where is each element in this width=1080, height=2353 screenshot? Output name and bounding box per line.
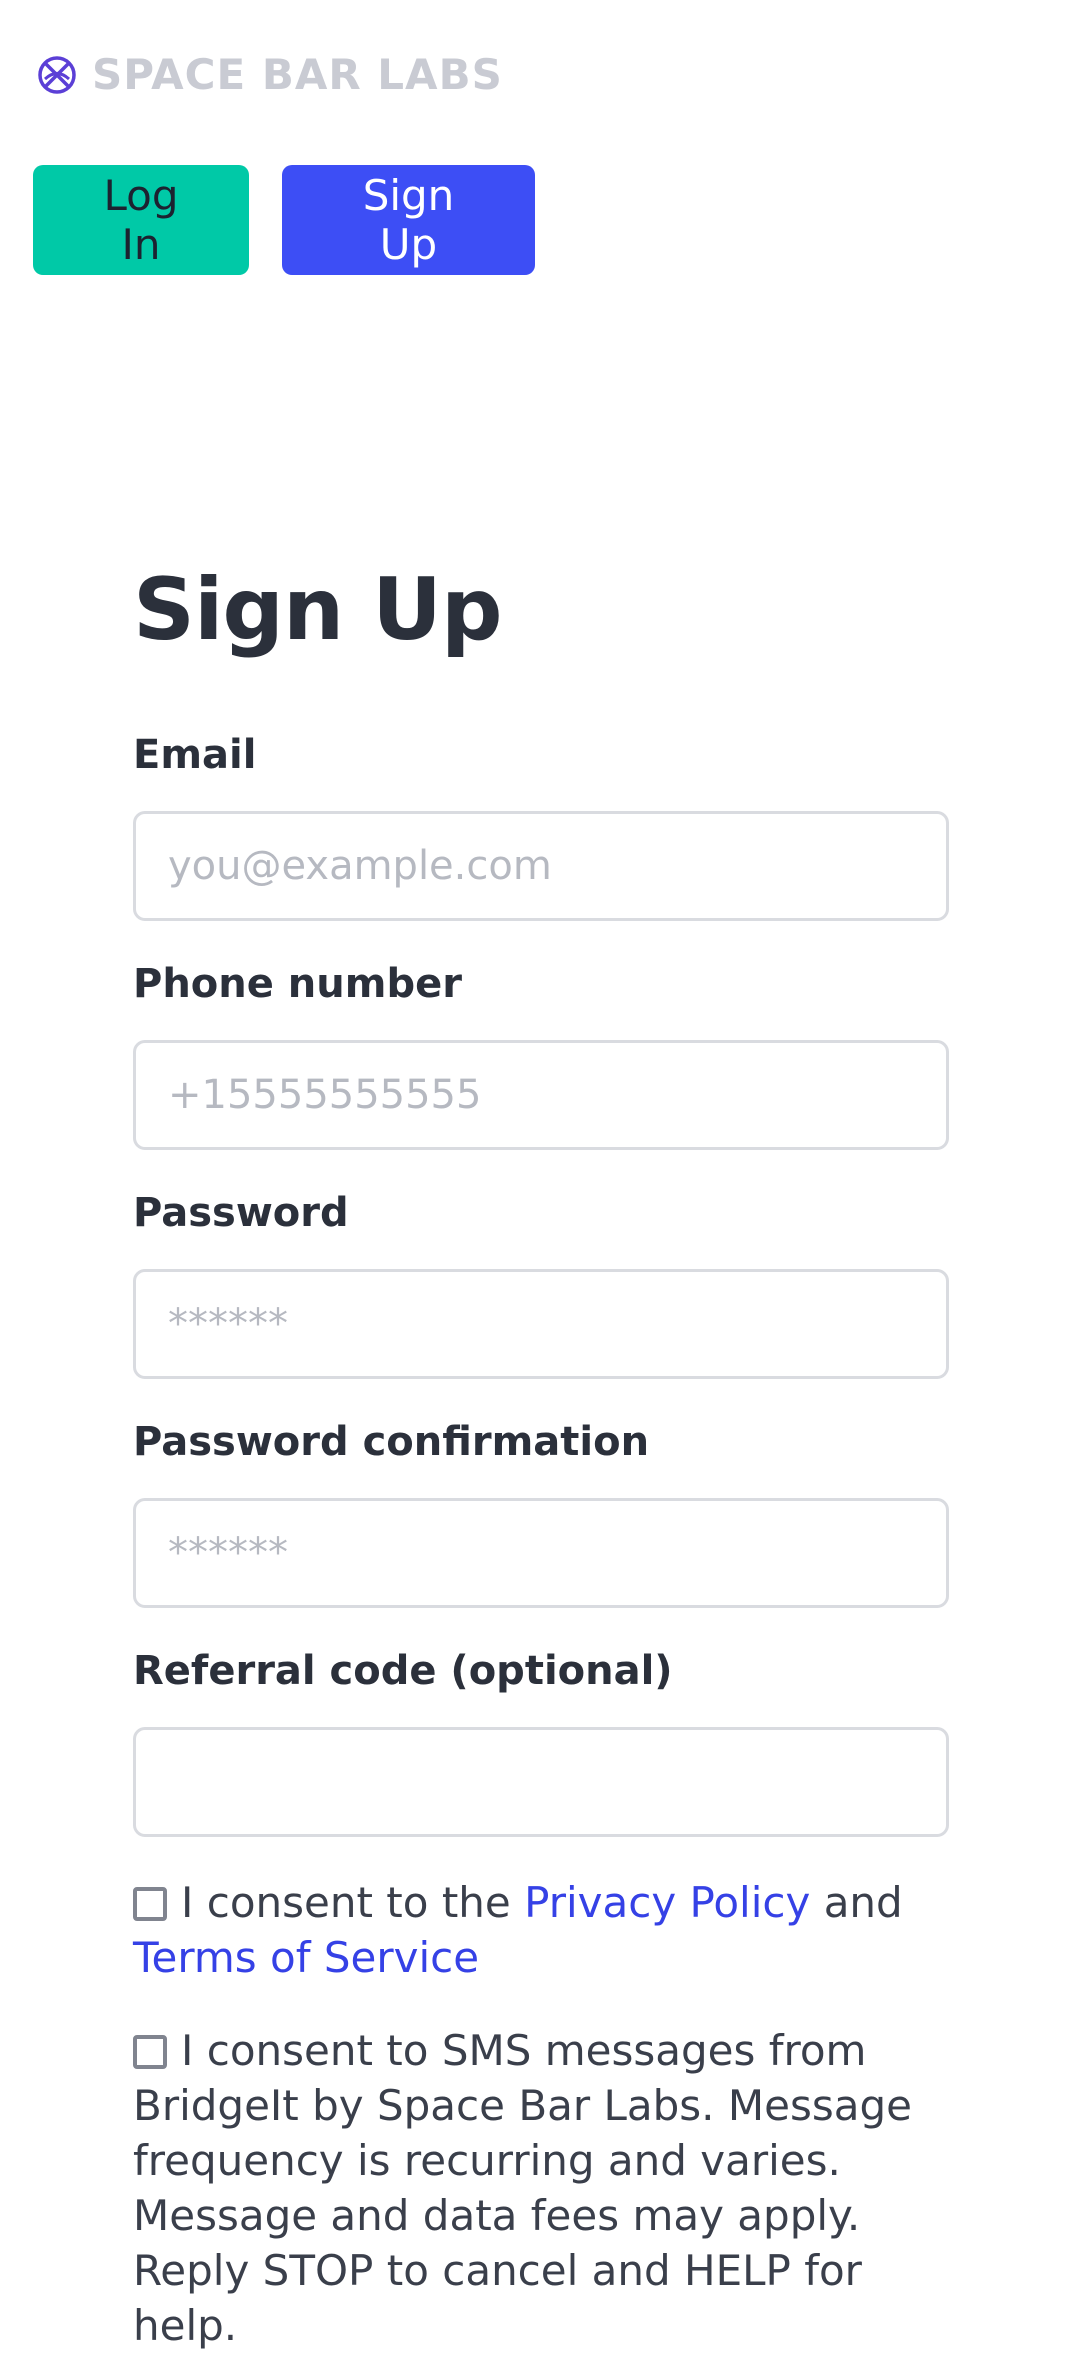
email-label: Email (133, 732, 257, 778)
privacy-consent-prefix: I consent to the (181, 1878, 525, 1927)
terms-of-service-link[interactable]: Terms of Service (133, 1933, 479, 1982)
phone-label: Phone number (133, 961, 462, 1007)
sms-consent: I consent to SMS messages from BridgeIt … (133, 2023, 949, 2353)
page-title: Sign Up (133, 560, 503, 660)
privacy-policy-link[interactable]: Privacy Policy (524, 1878, 810, 1927)
password-label: Password (133, 1190, 349, 1236)
password-confirmation-label: Password confirmation (133, 1419, 650, 1465)
logo-mark-icon (38, 56, 76, 94)
password-confirmation-input[interactable] (133, 1498, 949, 1608)
login-button[interactable]: Log In (33, 165, 249, 275)
phone-input[interactable] (133, 1040, 949, 1150)
signup-form: Sign Up Email Phone number Password Pass… (133, 555, 949, 2353)
referral-code-input[interactable] (133, 1727, 949, 1837)
privacy-consent-checkbox[interactable] (133, 1887, 167, 1921)
top-bar: SPACE BAR LABS Log In Sign Up (0, 0, 1080, 330)
referral-code-label: Referral code (optional) (133, 1648, 673, 1694)
sms-consent-text: I consent to SMS messages from BridgeIt … (133, 2026, 912, 2350)
email-input[interactable] (133, 811, 949, 921)
brand-name: SPACE BAR LABS (92, 50, 503, 99)
sms-consent-checkbox[interactable] (133, 2035, 167, 2069)
privacy-consent: I consent to the Privacy Policy and Term… (133, 1875, 949, 1985)
signup-button[interactable]: Sign Up (282, 165, 535, 275)
privacy-consent-middle: and (810, 1878, 903, 1927)
brand-logo[interactable]: SPACE BAR LABS (36, 50, 503, 100)
auth-nav: Log In Sign Up (33, 165, 535, 275)
password-input[interactable] (133, 1269, 949, 1379)
